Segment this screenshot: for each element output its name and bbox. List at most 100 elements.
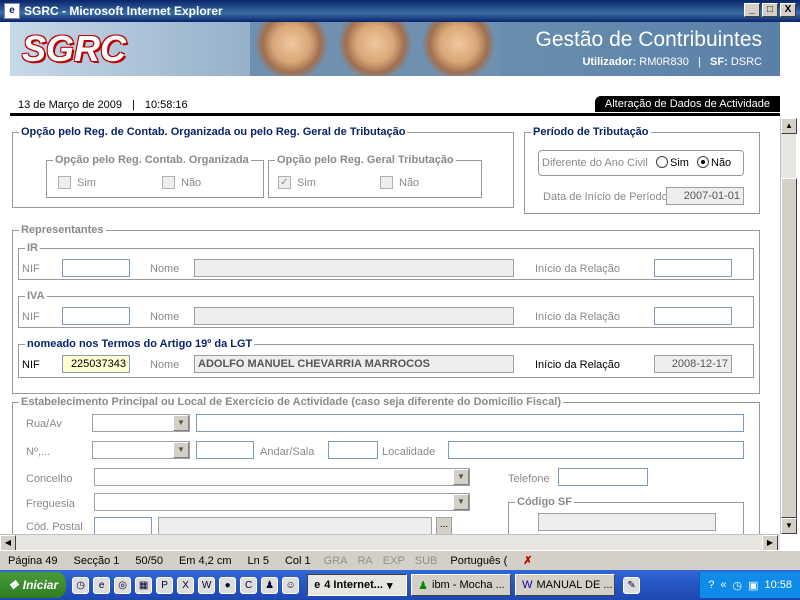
- start-button[interactable]: ❖ Iniciar: [0, 572, 67, 598]
- chrome-icon[interactable]: ●: [219, 576, 237, 594]
- maximize-button[interactable]: □: [762, 3, 778, 17]
- spellcheck-icon[interactable]: ✗: [515, 554, 540, 567]
- contab-sim-checkbox[interactable]: [58, 176, 71, 189]
- iva-nif-field[interactable]: [62, 307, 130, 325]
- tray-expand-icon[interactable]: «: [720, 579, 726, 591]
- ir-inicio-label: Início da Relação: [535, 263, 620, 275]
- network-icon[interactable]: ◎: [114, 576, 132, 594]
- codigo-sf-legend: Código SF: [517, 496, 572, 508]
- app-icon[interactable]: C: [240, 576, 258, 594]
- iva-inicio-field[interactable]: [654, 307, 732, 325]
- diferente-nao-radio[interactable]: [697, 156, 709, 168]
- ir-nif-field[interactable]: [62, 259, 130, 277]
- horizontal-scrollbar[interactable]: ◀ ▶: [0, 534, 780, 551]
- user-value: RM0R830: [639, 56, 689, 68]
- scroll-right-button[interactable]: ▶: [762, 535, 778, 551]
- clock-app-icon[interactable]: ◷: [72, 576, 90, 594]
- status-gra[interactable]: GRA: [319, 555, 353, 567]
- diferente-sim-radio[interactable]: [656, 156, 668, 168]
- vertical-scrollbar[interactable]: ▲ ▼: [780, 118, 797, 534]
- status-language[interactable]: Português (: [442, 555, 515, 567]
- freguesia-select[interactable]: ▼: [94, 493, 470, 511]
- cod-postal-field[interactable]: [94, 517, 152, 535]
- task-mocha[interactable]: ♟ ibm - Mocha ...: [411, 574, 512, 596]
- cod-postal-label: Cód. Postal: [26, 521, 83, 533]
- ie-quicklaunch-icon[interactable]: e: [93, 576, 111, 594]
- inicio-periodo-field[interactable]: 2007-01-01: [666, 187, 744, 205]
- diferente-sim-label: Sim: [670, 157, 689, 169]
- contab-sim-label: Sim: [77, 177, 96, 189]
- scroll-down-button[interactable]: ▼: [781, 518, 797, 534]
- cod-postal-desc-field[interactable]: [158, 517, 432, 535]
- freguesia-label: Freguesia: [26, 498, 75, 510]
- grid-app-icon[interactable]: ▦: [135, 576, 153, 594]
- iva-nome-field[interactable]: [194, 307, 514, 325]
- sf-value: DSRC: [730, 56, 762, 68]
- quick-launch: ◷ e ◎ ▦ P X W ● C ♟ ☺: [66, 576, 305, 594]
- codigo-sf-field[interactable]: [538, 513, 716, 531]
- start-label: Iniciar: [22, 578, 59, 592]
- current-time: 10:58:16: [144, 99, 188, 111]
- tray-clock-icon[interactable]: ◷: [732, 579, 742, 592]
- contab-nao-label: Não: [181, 177, 202, 189]
- lgt-inicio-label: Início da Relação: [535, 359, 620, 371]
- geral-nao-checkbox[interactable]: [380, 176, 393, 189]
- status-sub[interactable]: SUB: [410, 555, 443, 567]
- ir-nome-label: Nome: [150, 263, 180, 275]
- cod-postal-lookup-button[interactable]: ...: [436, 517, 452, 535]
- window-titlebar[interactable]: e SGRC - Microsoft Internet Explorer _ □…: [0, 0, 800, 22]
- sgrc-logo: SGRC: [22, 28, 127, 69]
- clock[interactable]: 10:58: [764, 579, 792, 591]
- ir-inicio-field[interactable]: [654, 259, 732, 277]
- close-button[interactable]: X: [780, 3, 796, 17]
- lgt-nif-field[interactable]: 225037343: [62, 355, 130, 373]
- estab-legend: Estabelecimento Principal ou Local de Ex…: [21, 396, 561, 408]
- excel-icon[interactable]: X: [177, 576, 195, 594]
- geral-sim-checkbox[interactable]: ✓: [278, 176, 291, 189]
- help-icon[interactable]: ?: [708, 579, 714, 591]
- lgt-inicio-field[interactable]: 2008-12-17: [654, 355, 732, 373]
- task-label: ibm - Mocha ...: [432, 579, 505, 591]
- status-bar: Página 49 Secção 1 50/50 Em 4,2 cm Ln 5 …: [0, 550, 800, 570]
- geral-nao-label: Não: [399, 177, 420, 189]
- andar-field[interactable]: [328, 441, 378, 459]
- task-label: MANUAL DE ...: [536, 579, 613, 591]
- mocha-icon: ♟: [418, 579, 428, 592]
- status-ra[interactable]: RA: [352, 555, 377, 567]
- task-label: 4 Internet...: [324, 579, 383, 591]
- scroll-left-button[interactable]: ◀: [0, 535, 16, 551]
- lgt-nome-field[interactable]: ADOLFO MANUEL CHEVARRIA MARROCOS: [194, 355, 514, 373]
- numero-label: Nº,...: [26, 446, 51, 458]
- tray-network-icon[interactable]: ▣: [748, 579, 758, 592]
- status-exp[interactable]: EXP: [378, 555, 410, 567]
- task-manual[interactable]: W MANUAL DE ...: [515, 574, 616, 596]
- status-em: Em 4,2 cm: [178, 554, 232, 567]
- numero-field[interactable]: [196, 441, 254, 459]
- rua-select[interactable]: ▼: [92, 414, 190, 432]
- telefone-field[interactable]: [558, 468, 648, 486]
- messenger-icon[interactable]: ♟: [261, 576, 279, 594]
- taskbar: ❖ Iniciar ◷ e ◎ ▦ P X W ● C ♟ ☺ e 4 Inte…: [0, 570, 800, 600]
- numero-select[interactable]: ▼: [92, 441, 190, 459]
- iva-legend: IVA: [27, 290, 45, 302]
- system-tray: ? « ◷ ▣ 10:58: [699, 572, 800, 598]
- status-col: Col 1: [284, 554, 311, 567]
- scroll-thumb[interactable]: [781, 178, 797, 518]
- contab-nao-checkbox[interactable]: [162, 176, 175, 189]
- powerpoint-icon[interactable]: P: [156, 576, 174, 594]
- minimize-button[interactable]: _: [744, 3, 760, 17]
- word-doc-icon: W: [522, 579, 533, 591]
- concelho-select[interactable]: ▼: [94, 468, 470, 486]
- iva-nif-label: NIF: [22, 311, 40, 323]
- chevron-down-icon: ▼: [453, 494, 469, 510]
- scroll-up-button[interactable]: ▲: [781, 118, 797, 134]
- ir-legend: IR: [27, 242, 38, 254]
- ir-nome-field[interactable]: [194, 259, 514, 277]
- rua-field[interactable]: [196, 414, 744, 432]
- word-icon[interactable]: W: [198, 576, 216, 594]
- users-icon[interactable]: ☺: [282, 576, 300, 594]
- pen-icon[interactable]: ✎: [623, 576, 641, 594]
- localidade-field[interactable]: [448, 441, 744, 459]
- task-internet[interactable]: e 4 Internet... ▾: [307, 574, 408, 596]
- app-banner: SGRC Gestão de Contribuintes Utilizador:…: [10, 22, 780, 76]
